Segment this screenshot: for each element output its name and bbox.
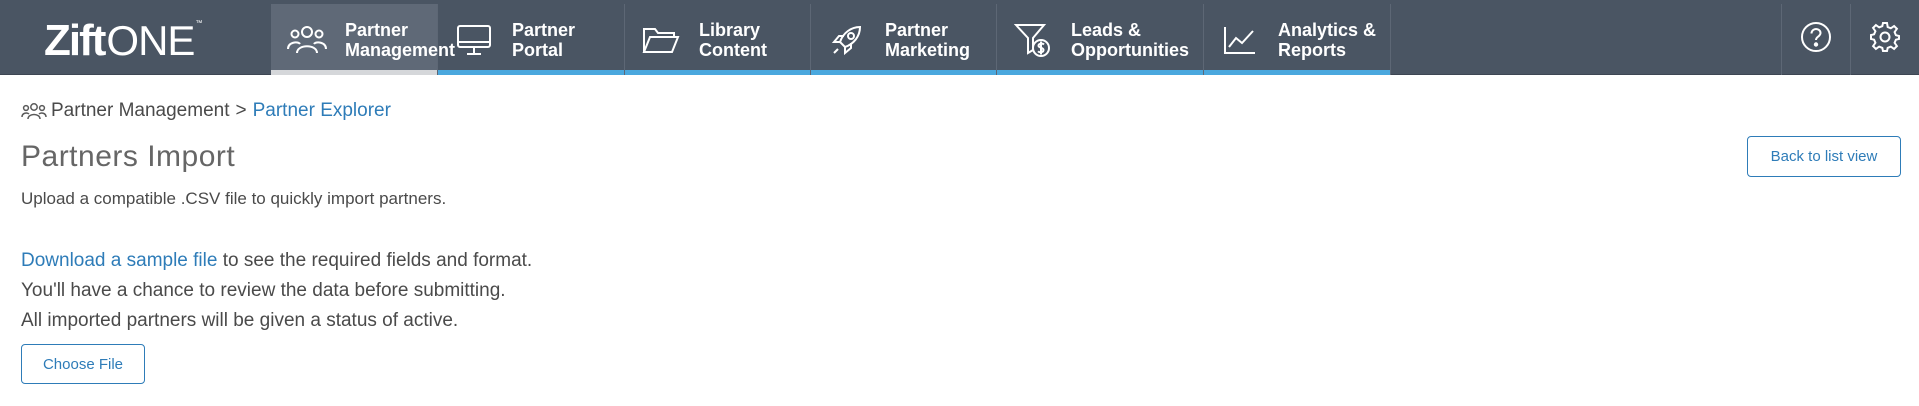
instruction-line-1: Download a sample file to see the requir… [21,246,532,276]
nav-underline [997,70,1203,75]
instruction-line-3: All imported partners will be given a st… [21,310,459,331]
nav-underline [271,70,437,75]
ziftone-logo[interactable]: Zift ONE ™ [44,16,203,65]
nav-label: Partner Portal [512,19,576,60]
settings-button[interactable] [1850,4,1919,75]
breadcrumb: Partner Management > Partner Explorer [21,99,391,123]
breadcrumb-parent[interactable]: Partner Management [51,100,230,122]
folder-icon [641,20,681,60]
line-chart-icon [1220,20,1260,60]
nav-item-partner-management[interactable]: Partner Management [271,4,455,75]
nav-label: Leads & Opportunities [1071,19,1189,60]
help-button[interactable] [1781,4,1850,75]
main-nav: Partner Management Partner Portal Librar… [271,4,1391,75]
header-utility-icons [1781,4,1919,75]
nav-item-partner-portal[interactable]: Partner Portal [438,4,625,75]
monitor-icon [454,20,494,60]
choose-file-button[interactable]: Choose File [21,344,145,384]
logo-suffix: ONE [106,17,195,64]
funnel-dollar-icon [1013,20,1053,60]
logo-trademark: ™ [195,20,203,27]
back-to-list-button[interactable]: Back to list view [1747,136,1901,177]
nav-item-partner-marketing[interactable]: Partner Marketing [811,4,997,75]
import-instructions: Download a sample file to see the requir… [21,246,532,336]
nav-underline [438,70,624,75]
breadcrumb-current-link[interactable]: Partner Explorer [253,100,391,122]
rocket-icon [827,20,867,60]
top-navigation-bar: Zift ONE ™ Partner Management Partner Port [0,0,1919,75]
gear-icon [1869,21,1901,58]
nav-label: Analytics & Reports [1278,19,1377,60]
nav-label: Library Content [699,19,767,60]
instruction-text: to see the required fields and format. [217,250,533,271]
instruction-line-2: You'll have a chance to review the data … [21,280,506,301]
help-circle-icon [1800,21,1832,58]
nav-underline [811,70,996,75]
people-group-icon [21,99,47,123]
people-group-icon [287,20,327,60]
nav-item-leads-opportunities[interactable]: Leads & Opportunities [997,4,1204,75]
page-title: Partners Import [21,140,236,173]
page-subtitle: Upload a compatible .CSV file to quickly… [21,189,447,208]
nav-label: Partner Marketing [885,19,971,60]
nav-underline [1204,70,1390,75]
download-sample-link[interactable]: Download a sample file [21,250,217,271]
nav-item-analytics-reports[interactable]: Analytics & Reports [1204,4,1391,75]
nav-underline [625,70,810,75]
breadcrumb-separator: > [235,100,247,121]
logo-brand: Zift [44,16,106,65]
nav-item-library-content[interactable]: Library Content [625,4,811,75]
